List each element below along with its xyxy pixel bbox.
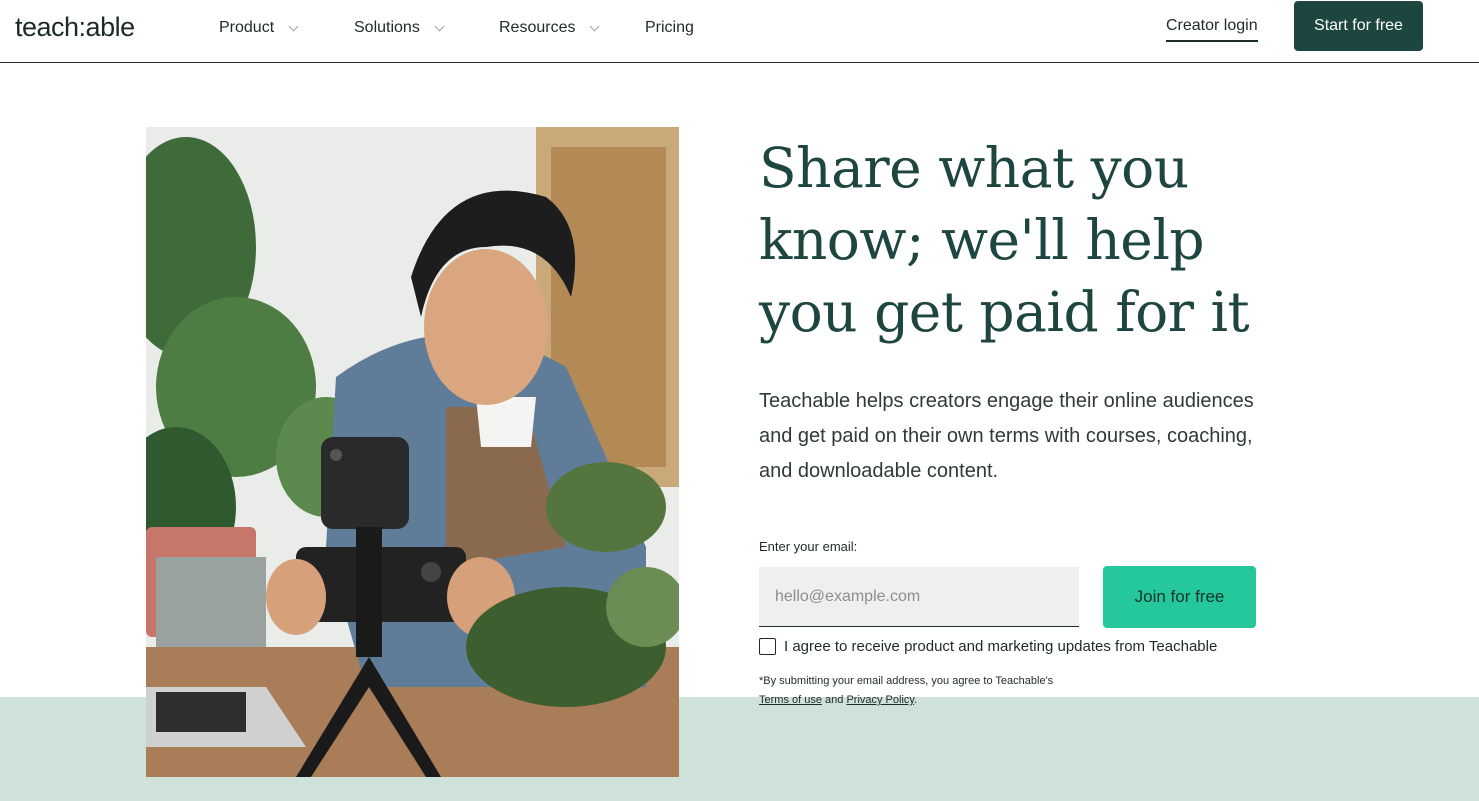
- nav-item-label: Solutions: [354, 19, 420, 36]
- fineprint-suffix: .: [914, 694, 918, 706]
- terms-of-use-link[interactable]: Terms of use: [759, 694, 822, 706]
- hero-headline: Share what you know; we'll help you get …: [759, 136, 1250, 344]
- nav-item-pricing[interactable]: Pricing: [645, 19, 694, 37]
- nav-item-label: Product: [219, 19, 275, 36]
- fineprint-prefix: *By submitting your email address, you a…: [759, 675, 1054, 687]
- site-header: teach:able Product Solutions Resources P…: [0, 0, 1479, 63]
- creator-login-link[interactable]: Creator login: [1166, 17, 1258, 42]
- consent-checkbox[interactable]: [759, 638, 776, 655]
- hero-subtext: Teachable helps creators engage their on…: [759, 390, 1254, 482]
- chevron-down-icon: [590, 21, 600, 31]
- hero-photo: [146, 127, 679, 777]
- nav-item-solutions[interactable]: Solutions: [354, 19, 445, 37]
- email-input[interactable]: [759, 567, 1079, 627]
- nav-item-product[interactable]: Product: [219, 19, 299, 37]
- teachable-logo[interactable]: teach:able: [15, 12, 135, 43]
- chevron-down-icon: [288, 21, 299, 31]
- start-for-free-button[interactable]: Start for free: [1294, 1, 1423, 51]
- consent-row: I agree to receive product and marketing…: [759, 638, 1217, 655]
- nav-item-label: Resources: [499, 19, 576, 36]
- nav-item-resources[interactable]: Resources: [499, 19, 600, 37]
- page: teach:able Product Solutions Resources P…: [0, 0, 1479, 801]
- consent-label: I agree to receive product and marketing…: [784, 638, 1218, 655]
- join-for-free-button[interactable]: Join for free: [1103, 566, 1256, 628]
- chevron-down-icon: [434, 21, 445, 31]
- fineprint-and: and: [821, 694, 847, 706]
- creator-filming-illustration: [146, 127, 679, 777]
- privacy-policy-link[interactable]: Privacy Policy: [846, 694, 914, 706]
- nav-item-label: Pricing: [645, 19, 694, 36]
- email-label: Enter your email:: [759, 539, 858, 554]
- legal-fineprint: *By submitting your email address, you a…: [759, 672, 1059, 710]
